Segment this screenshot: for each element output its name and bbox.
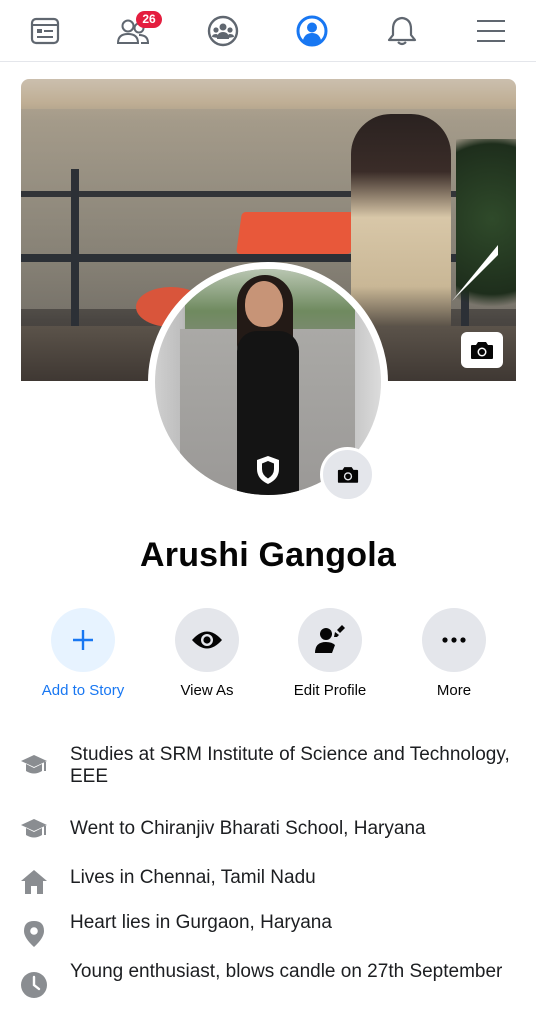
edit-person-icon: [315, 625, 345, 653]
detail-bio-text: Young enthusiast, blows candle on 27th S…: [70, 961, 503, 982]
clock-icon: [20, 971, 48, 999]
more-button[interactable]: More: [394, 608, 514, 699]
profile-icon: [296, 15, 328, 47]
groups-tab[interactable]: [193, 8, 253, 54]
profile-name: Arushi Gangola: [140, 536, 396, 574]
groups-icon: [207, 15, 239, 47]
top-navigation-bar: 26: [0, 0, 536, 62]
add-to-story-button[interactable]: Add to Story: [23, 608, 143, 699]
cover-photo-table: [236, 212, 357, 254]
camera-icon: [471, 342, 493, 359]
edit-profile-picture-button[interactable]: [320, 447, 375, 502]
view-as-circle: [175, 608, 239, 672]
view-as-button[interactable]: View As: [147, 608, 267, 699]
friends-tab[interactable]: 26: [104, 8, 164, 54]
more-dots-icon: [442, 637, 466, 643]
more-label: More: [436, 682, 472, 699]
detail-lives-text: Lives in Chennai, Tamil Nadu: [70, 867, 316, 888]
profile-guard-shield-icon: [257, 456, 279, 484]
edit-profile-button[interactable]: Edit Profile: [270, 608, 390, 699]
notifications-icon: [387, 16, 417, 46]
edit-profile-label: Edit Profile: [293, 682, 367, 699]
education-icon: [20, 752, 48, 780]
menu-icon: [477, 20, 505, 42]
profile-picture-face: [245, 281, 283, 327]
friends-badge: 26: [136, 11, 162, 28]
eye-icon: [192, 631, 222, 649]
menu-tab[interactable]: [461, 8, 521, 54]
profile-tab[interactable]: [282, 8, 342, 54]
view-as-label: View As: [180, 682, 234, 699]
more-circle: [422, 608, 486, 672]
edit-profile-circle: [298, 608, 362, 672]
add-to-story-circle: [51, 608, 115, 672]
plus-icon: [73, 630, 93, 650]
add-to-story-label: Add to Story: [41, 682, 125, 699]
edit-cover-photo-button[interactable]: [461, 332, 503, 368]
news-feed-icon: [30, 17, 60, 45]
cover-photo-post: [71, 169, 79, 349]
cover-photo-person: [351, 114, 451, 344]
detail-studies-text: Studies at SRM Institute of Science and …: [70, 744, 510, 787]
detail-heart-text: Heart lies in Gurgaon, Haryana: [70, 912, 332, 933]
news-feed-tab[interactable]: [15, 8, 75, 54]
cover-photo-arrow-shape: [452, 245, 498, 301]
detail-school-text: Went to Chiranjiv Bharati School, Haryan…: [70, 818, 426, 839]
notifications-tab[interactable]: [372, 8, 432, 54]
education-icon: [20, 816, 48, 844]
location-pin-icon: [20, 920, 48, 948]
cover-photo-plant: [456, 139, 516, 339]
camera-icon: [337, 467, 358, 483]
home-icon: [20, 868, 48, 896]
